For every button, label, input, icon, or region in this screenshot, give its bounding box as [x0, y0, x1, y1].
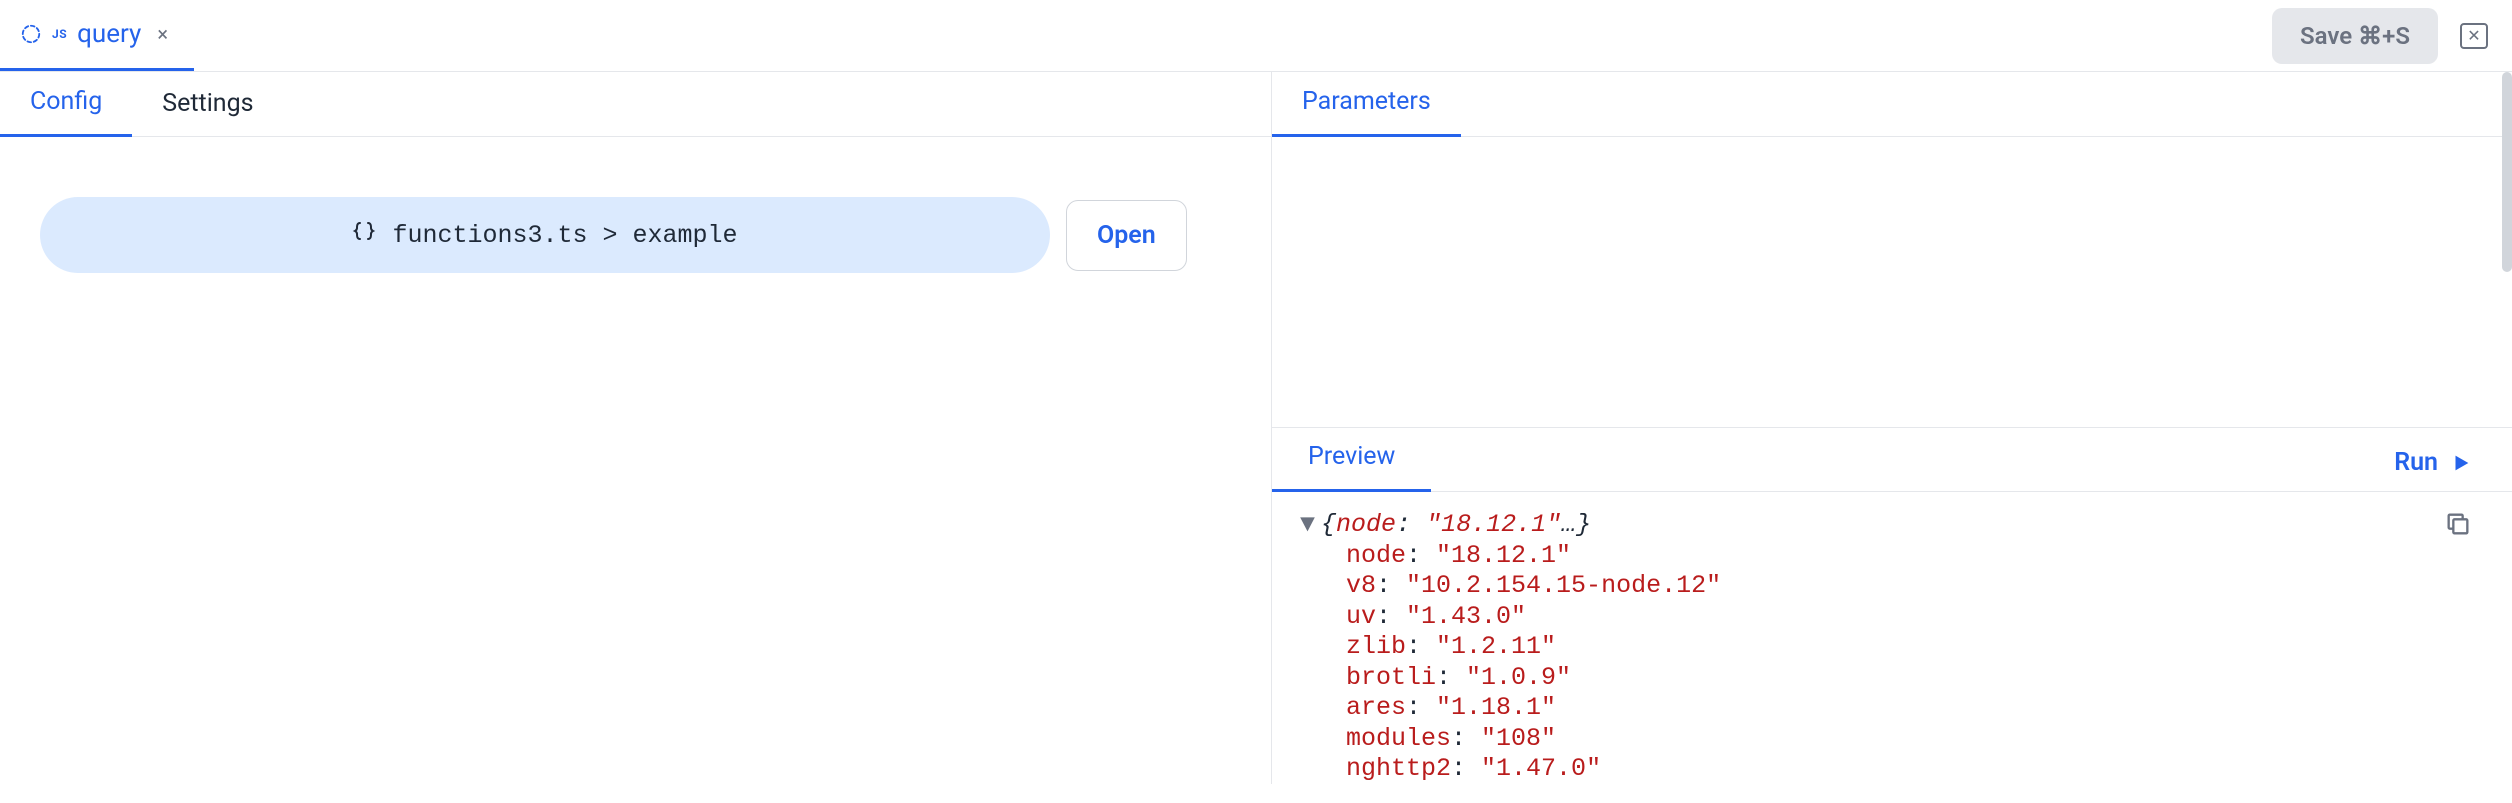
close-panel-button[interactable]: ✕	[2460, 23, 2488, 49]
save-button[interactable]: Save ⌘+S	[2272, 8, 2438, 64]
object-entry: nghttp2: "1.47.0"	[1300, 754, 2484, 785]
copy-icon	[2444, 510, 2472, 538]
reload-icon	[20, 23, 42, 45]
run-button[interactable]: Run	[2384, 434, 2482, 491]
object-entries: node: "18.12.1"v8: "10.2.154.15-node.12"…	[1300, 541, 2484, 785]
object-entry: ares: "1.18.1"	[1300, 693, 2484, 724]
parameters-body	[1272, 137, 2512, 427]
tab-settings[interactable]: Settings	[132, 71, 283, 136]
caret-down-icon[interactable]: ▼	[1300, 510, 1315, 539]
function-path-pill[interactable]: functions3.ts > example	[40, 197, 1050, 273]
file-tab-label: query	[77, 19, 141, 49]
object-entry: zlib: "1.2.11"	[1300, 632, 2484, 663]
left-pane: Config Settings functions3.ts > example …	[0, 72, 1272, 784]
object-entry: uv: "1.43.0"	[1300, 602, 2484, 633]
tab-parameters[interactable]: Parameters	[1272, 69, 1461, 137]
play-icon	[2450, 452, 2472, 474]
object-entry: v8: "10.2.154.15-node.12"	[1300, 571, 2484, 602]
top-bar: JS query × Save ⌘+S ✕	[0, 0, 2512, 72]
copy-button[interactable]	[2444, 510, 2472, 541]
object-entry: brotli: "1.0.9"	[1300, 663, 2484, 694]
run-label: Run	[2394, 448, 2438, 477]
open-button[interactable]: Open	[1066, 200, 1187, 271]
right-pane: Parameters Preview Run ▼{node: "18.12.1"…	[1272, 72, 2512, 784]
tab-preview[interactable]: Preview	[1272, 424, 1431, 492]
tab-config[interactable]: Config	[0, 69, 132, 137]
close-tab-icon[interactable]: ×	[157, 22, 168, 46]
close-icon: ✕	[2467, 26, 2480, 46]
right-subtabs-top: Parameters	[1272, 72, 2512, 137]
config-body: functions3.ts > example Open	[0, 137, 1271, 333]
file-tab-query[interactable]: JS query ×	[0, 0, 194, 71]
object-entry: modules: "108"	[1300, 724, 2484, 755]
left-subtabs: Config Settings	[0, 72, 1271, 137]
object-summary-row[interactable]: ▼{node: "18.12.1"…}	[1300, 510, 2484, 541]
main-split: Config Settings functions3.ts > example …	[0, 72, 2512, 784]
object-entry: node: "18.12.1"	[1300, 541, 2484, 572]
js-badge: JS	[52, 27, 67, 41]
preview-header: Preview Run	[1272, 427, 2512, 492]
scrollbar-thumb[interactable]	[2502, 72, 2512, 272]
function-path-text: functions3.ts > example	[392, 221, 737, 250]
preview-body: ▼{node: "18.12.1"…} node: "18.12.1"v8: "…	[1272, 492, 2512, 803]
code-braces-icon	[352, 219, 376, 251]
